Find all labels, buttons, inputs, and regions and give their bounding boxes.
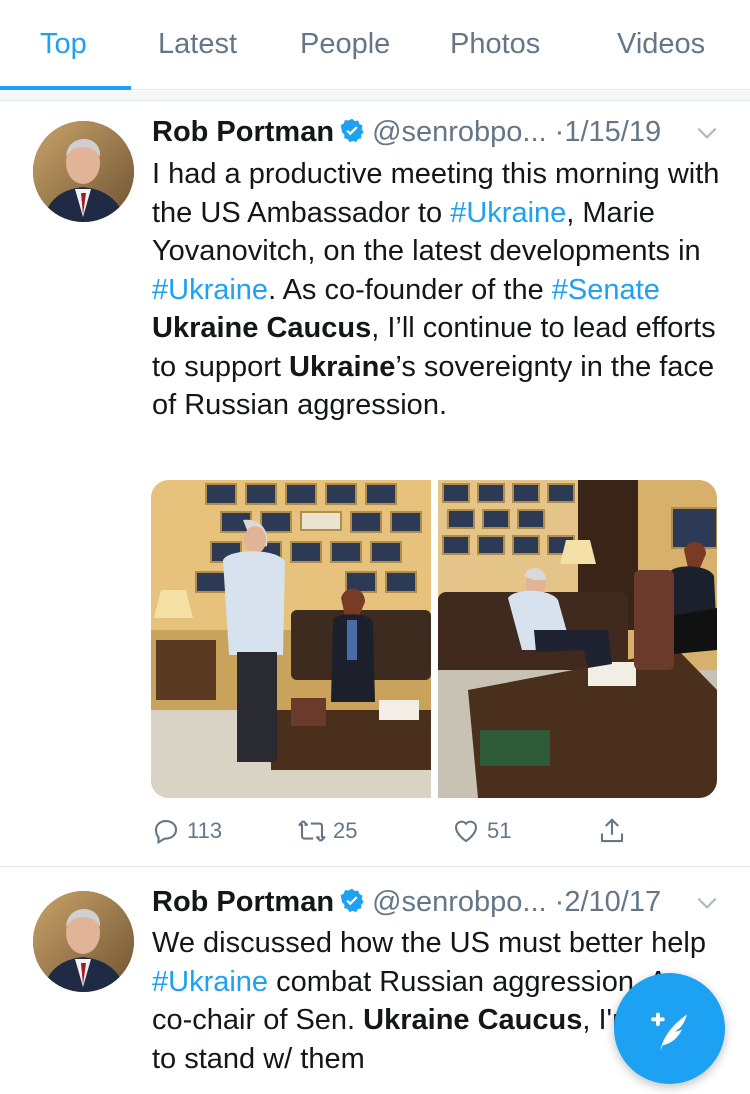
tweet-text: I had a productive meeting this morning …: [152, 155, 722, 425]
hashtag-link[interactable]: #Ukraine: [152, 966, 268, 998]
share-button[interactable]: [597, 814, 633, 848]
tweet-date[interactable]: 1/15/19: [564, 116, 661, 148]
header-separator: ·: [554, 886, 565, 918]
retweet-count: 25: [333, 818, 358, 843]
avatar[interactable]: [33, 121, 134, 222]
tweet-media: [151, 480, 717, 798]
header-separator: ·: [554, 116, 565, 148]
tab-latest[interactable]: Latest: [158, 28, 237, 61]
chevron-down-icon[interactable]: [694, 120, 720, 146]
tweet-text-segment: . As co-founder of the: [268, 273, 552, 306]
reply-button[interactable]: 113: [151, 814, 222, 848]
verified-badge-icon: [340, 118, 364, 143]
author-name[interactable]: Rob Portman: [152, 886, 334, 918]
reply-icon: [154, 819, 178, 845]
reply-count: 113: [187, 818, 223, 843]
tab-people[interactable]: People: [300, 28, 390, 61]
share-icon: [600, 818, 624, 843]
compose-tweet-icon: [650, 1012, 687, 1051]
highlighted-term: Ukraine Caucus: [152, 312, 372, 344]
hashtag-link[interactable]: #Ukraine: [152, 274, 268, 306]
tweet-text-segment: We discussed how the US must better help: [152, 927, 706, 959]
highlighted-term: Ukraine: [289, 350, 396, 383]
tweet-date[interactable]: 2/10/17: [564, 886, 661, 918]
author-handle[interactable]: @senrobpo...: [372, 116, 547, 148]
tweet-actions: 113 25 51: [151, 814, 641, 848]
tab-top[interactable]: Top: [40, 28, 87, 61]
tweet-photo[interactable]: [151, 480, 431, 798]
heart-icon: [454, 820, 478, 843]
like-button[interactable]: 51: [451, 814, 511, 848]
tweet[interactable]: Rob Portman @senrobpo... ·1/15/19 I had a…: [0, 102, 750, 867]
tab-videos[interactable]: Videos: [617, 28, 705, 61]
author-name[interactable]: Rob Portman: [152, 116, 334, 148]
like-count: 51: [487, 818, 512, 843]
active-tab-indicator: [0, 86, 131, 90]
tweet-photo[interactable]: [438, 480, 717, 798]
compose-tweet-button[interactable]: [614, 973, 725, 1084]
retweet-icon: [298, 820, 326, 842]
tabs-divider: [0, 91, 750, 101]
chevron-down-icon[interactable]: [694, 890, 720, 916]
verified-badge-icon: [340, 888, 364, 913]
tweet-header: Rob Portman @senrobpo... ·2/10/17: [152, 886, 720, 926]
hashtag-link[interactable]: #Senate: [552, 274, 660, 306]
highlighted-term: Ukraine Caucus: [363, 1004, 583, 1036]
hashtag-link[interactable]: #Ukraine: [450, 197, 566, 229]
author-handle[interactable]: @senrobpo...: [372, 886, 547, 918]
search-tabs: Top Latest People Photos Videos: [0, 0, 750, 90]
retweet-button[interactable]: 25: [297, 814, 357, 848]
tweet-header: Rob Portman @senrobpo... ·1/15/19: [152, 116, 720, 156]
tab-photos[interactable]: Photos: [450, 28, 540, 61]
avatar[interactable]: [33, 891, 134, 992]
